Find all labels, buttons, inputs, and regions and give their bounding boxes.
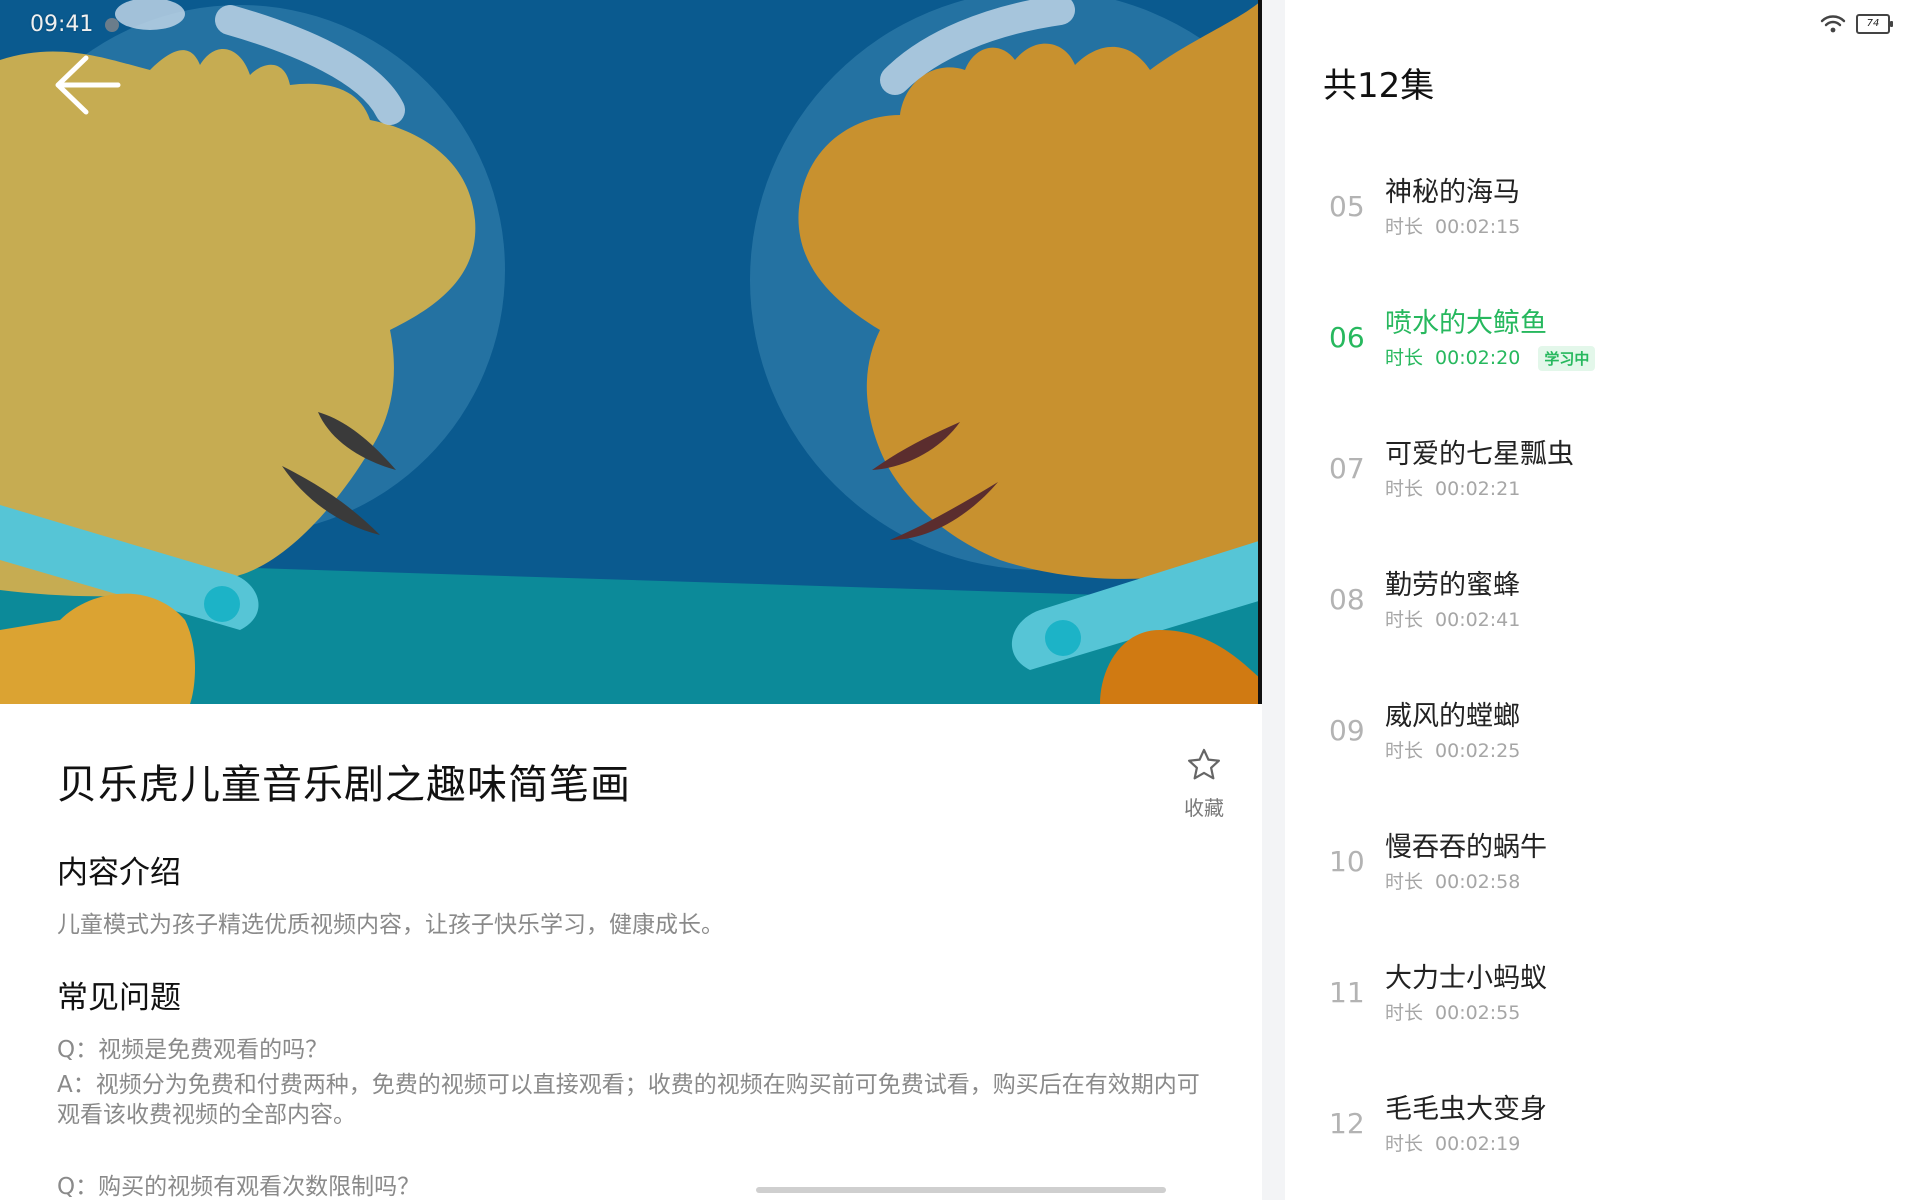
episode-list: 05 神秘的海马 时长 00:02:15 06 喷水的大鲸鱼 时长 00:02:20… xyxy=(1285,140,1920,1188)
faq-question-2: Q：购买的视频有观看次数限制吗？ xyxy=(57,1174,421,1200)
episode-title: 慢吞吞的蜗牛 xyxy=(1385,832,1547,863)
episode-item-12[interactable]: 12 毛毛虫大变身 时长 00:02:19 xyxy=(1285,1057,1920,1188)
duration-label: 时长 xyxy=(1385,1133,1424,1155)
clock: 09:41 xyxy=(30,12,94,37)
intro-text: 儿童模式为孩子精选优质视频内容，让孩子快乐学习，健康成长。 xyxy=(57,912,724,938)
episode-count-header: 共12集 xyxy=(1323,66,1435,106)
arrow-left-icon xyxy=(55,55,121,115)
episode-panel: 74 共12集 05 神秘的海马 时长 00:02:15 06 喷水的大鲸鱼 时长… xyxy=(1285,0,1920,1200)
duration-label: 时长 xyxy=(1385,871,1424,893)
episode-title: 大力士小蚂蚁 xyxy=(1385,963,1547,994)
episode-duration: 时长 00:02:25 xyxy=(1385,736,1520,763)
episode-item-06[interactable]: 06 喷水的大鲸鱼 时长 00:02:20 学习中 xyxy=(1285,271,1920,402)
episode-duration: 时长 00:02:41 xyxy=(1385,605,1520,632)
episode-number: 12 xyxy=(1329,1107,1365,1140)
episode-title: 威风的螳螂 xyxy=(1385,701,1520,732)
battery-icon: 74 xyxy=(1856,14,1893,34)
faq-question-1: Q：视频是免费观看的吗？ xyxy=(57,1037,329,1063)
episode-item-11[interactable]: 11 大力士小蚂蚁 时长 00:02:55 xyxy=(1285,926,1920,1057)
duration-value: 00:02:55 xyxy=(1435,1002,1521,1024)
favorite-button[interactable]: 收藏 xyxy=(1170,746,1238,821)
faq-answer-1: A：视频分为免费和付费两种，免费的视频可以直接观看；收费的视频在购买前可免费试看… xyxy=(57,1072,1200,1128)
duration-label: 时长 xyxy=(1385,1002,1424,1024)
episode-number: 06 xyxy=(1329,321,1365,354)
episode-number: 08 xyxy=(1329,583,1365,616)
episode-title: 可爱的七星瓢虫 xyxy=(1385,439,1574,470)
episode-title: 勤劳的蜜蜂 xyxy=(1385,570,1520,601)
episode-item-08[interactable]: 08 勤劳的蜜蜂 时长 00:02:41 xyxy=(1285,533,1920,664)
episode-number: 09 xyxy=(1329,714,1365,747)
episode-duration: 时长 00:02:21 xyxy=(1385,474,1520,501)
video-player[interactable]: 09:41 xyxy=(0,0,1262,704)
duration-label: 时长 xyxy=(1385,478,1424,500)
video-title: 贝乐虎儿童音乐剧之趣味简笔画 xyxy=(57,762,631,808)
status-bar-right: 74 xyxy=(1820,14,1893,34)
video-frame-illustration xyxy=(0,0,1262,704)
episode-duration: 时长 00:02:15 xyxy=(1385,212,1520,239)
duration-label: 时长 xyxy=(1385,347,1424,369)
video-details: 贝乐虎儿童音乐剧之趣味简笔画 收藏 内容介绍 儿童模式为孩子精选优质视频内容，让… xyxy=(0,704,1262,1200)
duration-value: 00:02:15 xyxy=(1435,216,1521,238)
status-bar-left: 09:41 xyxy=(30,12,120,37)
duration-value: 00:02:19 xyxy=(1435,1133,1521,1155)
back-button[interactable] xyxy=(48,50,128,120)
duration-label: 时长 xyxy=(1385,609,1424,631)
episode-title: 喷水的大鲸鱼 xyxy=(1385,308,1547,339)
star-icon xyxy=(1188,748,1220,780)
duration-value: 00:02:58 xyxy=(1435,871,1521,893)
wifi-icon xyxy=(1820,15,1846,33)
episode-duration: 时长 00:02:55 xyxy=(1385,998,1520,1025)
duration-value: 00:02:25 xyxy=(1435,740,1521,762)
episode-title: 神秘的海马 xyxy=(1385,177,1520,208)
notification-icon xyxy=(105,17,120,32)
home-indicator[interactable] xyxy=(756,1187,1166,1193)
episode-number: 05 xyxy=(1329,190,1365,223)
episode-item-09[interactable]: 09 威风的螳螂 时长 00:02:25 xyxy=(1285,664,1920,795)
favorite-label: 收藏 xyxy=(1184,796,1224,820)
duration-value: 00:02:41 xyxy=(1435,609,1521,631)
episode-number: 07 xyxy=(1329,452,1365,485)
video-detail-pane: 09:41 贝乐虎儿童音乐剧之趣味简笔画 收藏 内容介绍 儿童模式为孩子精选优质… xyxy=(0,0,1262,1200)
episode-item-10[interactable]: 10 慢吞吞的蜗牛 时长 00:02:58 xyxy=(1285,795,1920,926)
learning-badge: 学习中 xyxy=(1538,346,1596,371)
episode-duration: 时长 00:02:58 xyxy=(1385,867,1520,894)
episode-duration: 时长 00:02:20 学习中 xyxy=(1385,343,1596,371)
episode-title: 毛毛虫大变身 xyxy=(1385,1094,1547,1125)
duration-label: 时长 xyxy=(1385,216,1424,238)
episode-item-07[interactable]: 07 可爱的七星瓢虫 时长 00:02:21 xyxy=(1285,402,1920,533)
app-root: 09:41 贝乐虎儿童音乐剧之趣味简笔画 收藏 内容介绍 儿童模式为孩子精选优质… xyxy=(0,0,1920,1200)
episode-number: 10 xyxy=(1329,845,1365,878)
faq-heading: 常见问题 xyxy=(57,980,181,1016)
episode-duration: 时长 00:02:19 xyxy=(1385,1129,1520,1156)
duration-label: 时长 xyxy=(1385,740,1424,762)
duration-value: 00:02:20 xyxy=(1435,347,1521,369)
duration-value: 00:02:21 xyxy=(1435,478,1521,500)
intro-heading: 内容介绍 xyxy=(57,855,181,891)
episode-number: 11 xyxy=(1329,976,1365,1009)
episode-item-05[interactable]: 05 神秘的海马 时长 00:02:15 xyxy=(1285,140,1920,271)
